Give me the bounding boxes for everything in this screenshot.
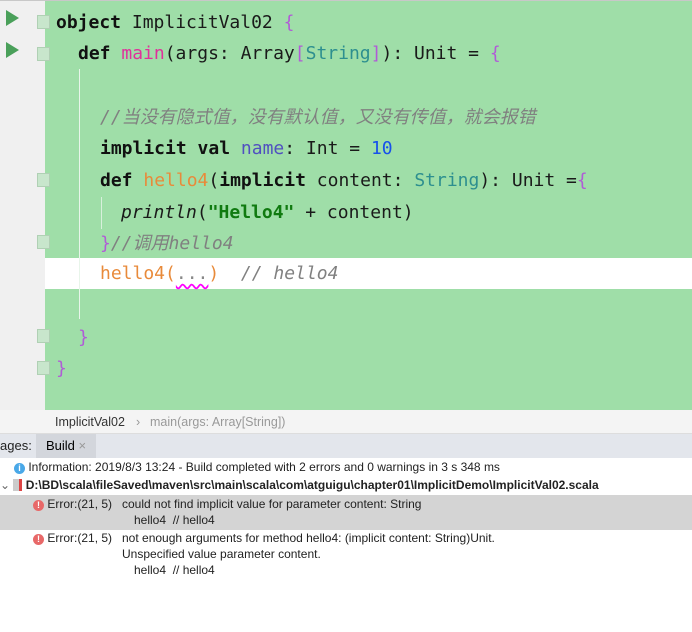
string: "Hello4"	[207, 202, 295, 223]
brace: {	[489, 43, 501, 64]
keyword: implicit	[219, 170, 306, 191]
code-line-1: object ImplicitVal02 {	[56, 7, 294, 38]
code-line-8: }//调用hello4	[100, 228, 234, 259]
function-name: println	[121, 202, 197, 223]
code-line-6: def hello4(implicit content: String): Un…	[100, 165, 588, 196]
code-text: ): Unit =	[381, 43, 490, 64]
brace: }	[56, 358, 67, 379]
error-icon: !	[33, 534, 44, 545]
bracket: ]	[370, 43, 382, 64]
breadcrumb-item[interactable]: main(args: Array[String])	[150, 410, 285, 434]
field-name: name	[240, 138, 285, 159]
comment: //调用hello4	[110, 233, 234, 254]
code-text: content:	[305, 170, 415, 191]
keyword: def	[78, 43, 111, 64]
code-text: ): Unit =	[479, 170, 577, 191]
indent-guide	[101, 197, 102, 229]
scala-file-icon	[13, 479, 23, 491]
breadcrumb: ImplicitVal02 › main(args: Array[String]…	[0, 410, 692, 434]
type: String	[414, 170, 480, 191]
error-hint[interactable]: ...	[176, 263, 209, 284]
code-line-5: implicit val name: Int = 10	[100, 133, 393, 164]
code-text: + content)	[294, 202, 414, 223]
info-icon: i	[14, 463, 25, 474]
close-icon[interactable]: ×	[79, 438, 87, 453]
keyword: def	[100, 170, 133, 191]
code-line-9: hello4(...) // hello4	[100, 258, 338, 289]
function-name: main	[121, 43, 165, 64]
bracket: [	[294, 43, 306, 64]
error-icon: !	[33, 500, 44, 511]
error-message[interactable]: ! Error:(21, 5) not enough arguments for…	[0, 530, 692, 582]
file-path: D:\BD\scala\fileSaved\maven\src\main\sca…	[25, 478, 599, 492]
error-code: hello4 // hello4	[134, 513, 215, 527]
fold-icon[interactable]	[37, 15, 50, 29]
code-text: (	[208, 170, 220, 191]
error-text: not enough arguments for method hello4: …	[122, 531, 495, 545]
brace: {	[576, 170, 588, 191]
messages-panel-tabs: ages: Build ×	[0, 434, 692, 458]
comment: // hello4	[240, 263, 339, 284]
number: 10	[370, 138, 393, 159]
panel-label: ages:	[0, 438, 32, 453]
error-message[interactable]: ! Error:(21, 5) could not find implicit …	[0, 495, 692, 530]
fold-icon[interactable]	[37, 329, 50, 343]
brace: }	[100, 233, 111, 254]
fold-icon[interactable]	[37, 361, 50, 375]
brace: }	[78, 327, 89, 348]
function-name: hello4	[100, 263, 166, 284]
error-text: could not find implicit value for parame…	[122, 497, 422, 511]
file-node[interactable]: ⌄ D:\BD\scala\fileSaved\maven\src\main\s…	[0, 477, 692, 494]
message-text: Information: 2019/8/3 13:24 - Build comp…	[28, 460, 500, 474]
breadcrumb-item[interactable]: ImplicitVal02	[55, 410, 125, 434]
keyword: implicit val	[100, 138, 231, 159]
info-message[interactable]: i Information: 2019/8/3 13:24 - Build co…	[14, 459, 692, 476]
fold-icon[interactable]	[37, 47, 50, 61]
expand-arrow-icon[interactable]: ⌄	[0, 478, 10, 492]
indent-guide	[79, 69, 80, 319]
code-line-11: }	[78, 322, 89, 353]
code-text: : Int =	[284, 138, 371, 159]
keyword: object	[56, 12, 122, 33]
fold-icon[interactable]	[37, 173, 50, 187]
code-text: )	[208, 263, 220, 284]
error-location: Error:(21, 5)	[47, 531, 113, 545]
tab-build[interactable]: Build ×	[36, 434, 97, 458]
code-line-12: }	[56, 353, 67, 384]
code-line-4: //当没有隐式值，没有默认值，又没有传值，就会报错	[100, 102, 536, 133]
function-name: hello4	[143, 170, 209, 191]
run-icon[interactable]	[6, 42, 19, 58]
fold-icon[interactable]	[37, 235, 50, 249]
error-text: Unspecified value parameter content.	[122, 547, 321, 561]
code-text: (	[196, 202, 208, 223]
type: String	[305, 43, 371, 64]
identifier: ImplicitVal02	[121, 12, 284, 33]
error-location: Error:(21, 5)	[47, 497, 113, 511]
tab-label: Build	[46, 438, 75, 453]
comment: //当没有隐式值，没有默认值，又没有传值，就会报错	[100, 107, 536, 128]
code-line-7: println("Hello4" + content)	[121, 197, 414, 228]
run-icon[interactable]	[6, 10, 19, 26]
code-text: (args: Array	[164, 43, 295, 64]
code-text: (	[165, 263, 176, 284]
code-line-2: def main(args: Array[String]): Unit = {	[78, 38, 501, 69]
code-editor[interactable]: object ImplicitVal02 { def main(args: Ar…	[0, 0, 692, 411]
brace: {	[283, 12, 295, 33]
breadcrumb-separator: ›	[136, 415, 141, 429]
error-code: hello4 // hello4	[134, 563, 215, 577]
